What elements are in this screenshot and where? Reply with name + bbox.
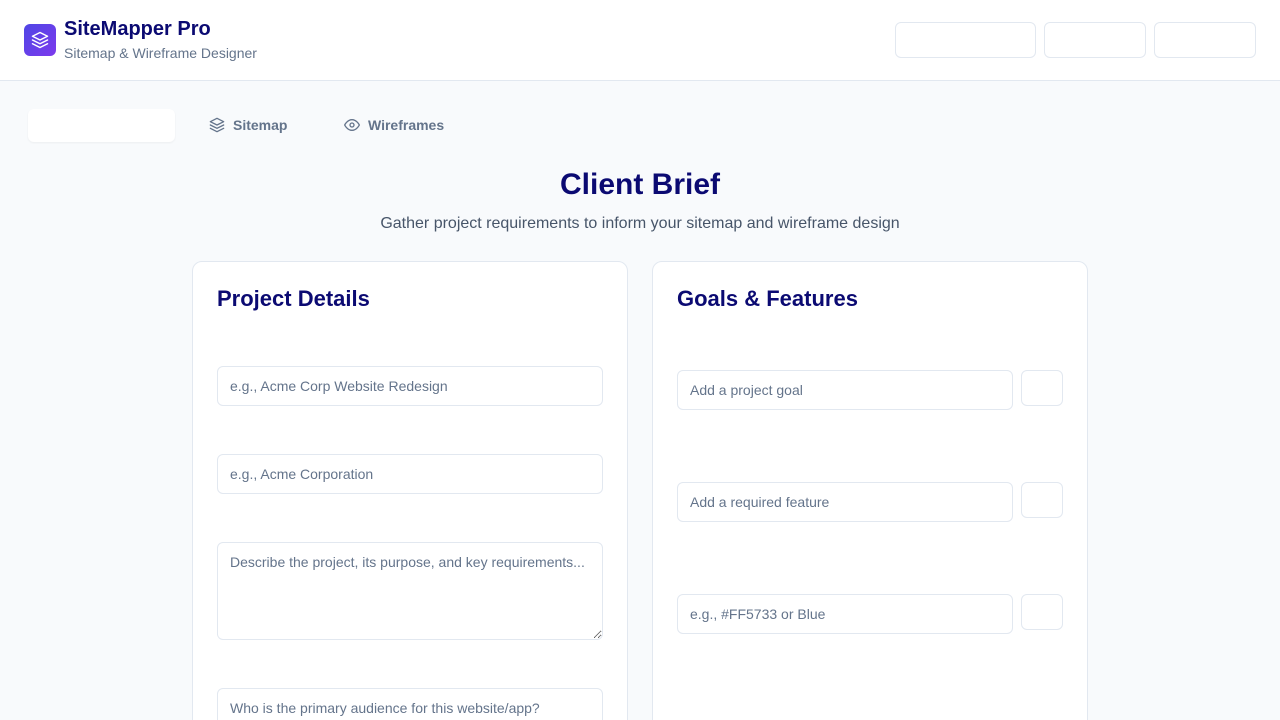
eye-icon [344,119,360,131]
goals-features-card: Goals & Features [652,261,1088,720]
logo [24,24,56,56]
project-description-textarea[interactable] [217,542,603,640]
brand-color-input[interactable] [677,594,1013,634]
project-details-card: Project Details [192,261,628,720]
tab-sitemap[interactable]: Sitemap [209,109,287,141]
app-subtitle: Sitemap & Wireframe Designer [64,45,257,61]
add-color-button[interactable] [1021,594,1063,630]
page-subtitle: Gather project requirements to inform yo… [380,215,900,232]
project-goal-input[interactable] [677,370,1013,410]
target-audience-input[interactable] [217,688,603,720]
tab-client-brief[interactable] [28,109,175,142]
page-title: Client Brief [559,168,721,201]
project-details-title: Project Details [217,286,370,311]
app-header: SiteMapper Pro Sitemap & Wireframe Desig… [0,0,1280,81]
layers-icon [209,117,225,133]
add-goal-button[interactable] [1021,370,1063,406]
layers-icon [31,31,49,49]
client-name-input[interactable] [217,454,603,494]
app-title: SiteMapper Pro [64,18,211,40]
tab-wireframes-label: Wireframes [368,117,445,133]
goals-features-title: Goals & Features [677,286,858,311]
add-feature-button[interactable] [1021,482,1063,518]
required-feature-input[interactable] [677,482,1013,522]
project-name-input[interactable] [217,366,603,406]
header-button-2[interactable] [1044,22,1146,58]
header-button-1[interactable] [895,22,1036,58]
header-button-3[interactable] [1154,22,1256,58]
tab-wireframes[interactable]: Wireframes [344,109,444,141]
tab-sitemap-label: Sitemap [233,117,288,133]
